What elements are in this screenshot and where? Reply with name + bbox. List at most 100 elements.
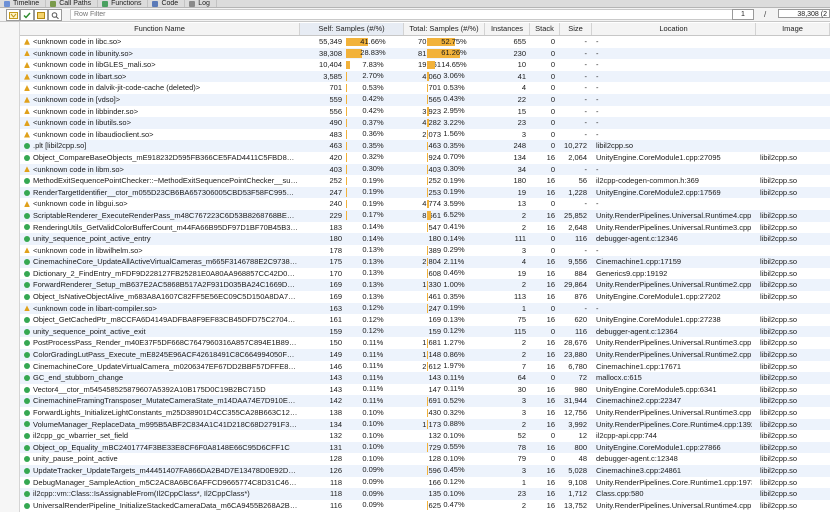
table-row[interactable]: <unknown code in [vdso]> 559 0.42% 565 0.43%… — [20, 93, 830, 106]
size: 116 — [575, 234, 587, 244]
table-row[interactable]: RenderTargetIdentifier__ctor_m055D23CB6B… — [20, 186, 830, 199]
self-samples: 556 — [329, 106, 342, 116]
total-percent-label: 0.35% — [443, 291, 465, 301]
table-row[interactable]: GC_end_stubborn_change 143 0.11% 143 0.11% 64… — [20, 372, 830, 384]
table-row[interactable]: <unknown code in libwilhelm.so> 178 0.13% 3… — [20, 244, 830, 257]
tab-timeline[interactable]: Timeline — [0, 0, 47, 7]
table-row[interactable]: <unknown code in libart-compiler.so> 163 0… — [20, 302, 830, 315]
table-row[interactable]: <unknown code in libGLES_mali.so> 10,404 7… — [20, 59, 830, 71]
self-percent: 0.13% — [346, 291, 402, 303]
function-name-cell: unity_sequence_point_active_exit — [20, 326, 298, 338]
column-header-instances[interactable]: Instances — [485, 23, 530, 35]
location: Unity.RenderPipelines.Core.Runtime4.cpp:… — [596, 419, 752, 429]
row-filter-input[interactable] — [70, 9, 733, 20]
function-icon — [24, 351, 30, 358]
column-header-self-samples[interactable]: Self: Samples (#/%) — [300, 23, 404, 35]
table-row[interactable]: Vector4__ctor_m545458525879607A5392A10B1… — [20, 383, 830, 396]
image: libil2cpp.so — [760, 292, 798, 302]
location: - — [596, 129, 599, 139]
image: libil2cpp.so — [760, 234, 798, 244]
table-row[interactable]: <unknown code in libc.so>55,34941.66%70,… — [20, 36, 830, 48]
table-row[interactable]: DebugManager_SampleAction_m5C2AC8A6BC6AF… — [20, 476, 830, 489]
tab-log[interactable]: Log — [185, 0, 217, 7]
table-row[interactable]: unity_sequence_point_active_exit 159 0.12%… — [20, 325, 830, 338]
total-percent: 0.10% — [427, 488, 483, 500]
size: - — [584, 199, 588, 209]
page-number-field[interactable]: 1 — [732, 9, 754, 20]
table-row[interactable]: ForwardRenderer_Setup_mB637E2AC5868B517A… — [20, 279, 830, 292]
location: - — [596, 199, 599, 209]
table-row[interactable]: CinemachineFramingTransposer_MutateCamer… — [20, 395, 830, 407]
instances: 78 — [517, 442, 526, 452]
self-percent: 0.30% — [346, 164, 402, 176]
image: libil2cpp.so — [760, 454, 798, 464]
table-row[interactable]: <unknown code in libart.so> 3,585 2.70% 4,0… — [20, 70, 830, 83]
table-row[interactable]: unity_sequence_point_active_entry 180 0.14… — [20, 233, 830, 245]
table-row[interactable]: CinemachineCore_UpdateAllActiveVirtualCa… — [20, 256, 830, 268]
function-name-cell: ScriptableRenderer_ExecuteRenderPass_m48… — [20, 210, 298, 222]
function-name-cell: <unknown code in libm.so> — [20, 164, 298, 176]
table-row[interactable]: CinemachineCore_UpdateVirtualCamera_m020… — [20, 360, 830, 373]
function-name-cell: Object_CompareBaseObjects_mE918232D595FB… — [20, 152, 298, 164]
table-row[interactable]: il2cpp_gc_wbarrier_set_field 132 0.10% 132 0… — [20, 430, 830, 442]
table-row[interactable]: <unknown code in libaudioclient.so> 483 0.… — [20, 128, 830, 141]
tab-code[interactable]: Code — [148, 0, 186, 7]
function-name-cell: <unknown code in libunity.so> — [20, 48, 298, 60]
column-header-function-name[interactable]: Function Name — [20, 23, 300, 35]
table-row[interactable]: Object_CompareBaseObjects_mE918232D595FB… — [20, 151, 830, 164]
table-row[interactable]: <unknown code in dalvik-jit-code-cache (… — [20, 82, 830, 94]
instances: 3 — [521, 396, 526, 406]
table-row[interactable]: <unknown code in libutils.so> 490 0.37% 4,2… — [20, 117, 830, 129]
function-name-cell: <unknown code in libgui.so> — [20, 198, 298, 210]
self-percent: 28.83% — [346, 48, 402, 60]
self-percent: 0.14% — [346, 233, 402, 245]
table-row[interactable]: unity_pause_point_active 128 0.10% 128 0.10%… — [20, 453, 830, 465]
function-name-cell: CinemachineCore_UpdateAllActiveVirtualCa… — [20, 256, 298, 268]
self-percent-label: 41.66% — [360, 36, 386, 46]
table-row[interactable]: il2cpp::vm::Class::IsAssignableFrom(Il2C… — [20, 488, 830, 500]
checkbox-checked-icon[interactable] — [20, 9, 34, 21]
self-samples: 138 — [329, 408, 342, 417]
table-row[interactable]: <unknown code in libm.so> 403 0.30% 403 0.30… — [20, 163, 830, 176]
tab-functions[interactable]: Functions — [98, 0, 149, 7]
table-row[interactable]: Object_IsNativeObjectAlive_m683A8A1607C8… — [20, 291, 830, 303]
table-row[interactable]: ScriptableRenderer_ExecuteRenderPass_m48… — [20, 209, 830, 222]
column-header-size[interactable]: Size — [560, 23, 592, 35]
grid-view-icon[interactable] — [34, 9, 48, 21]
table-row[interactable]: <unknown code in libgui.so> 240 0.19% 4,774… — [20, 198, 830, 210]
table-row[interactable]: .plt [libil2cpp.so] 463 0.35% 463 0.35% 248 0 1… — [20, 140, 830, 152]
table-row[interactable]: PostProcessPass_Render_m40E37F5DF668C764… — [20, 337, 830, 350]
self-percent: 0.19% — [346, 198, 402, 210]
size: - — [584, 71, 588, 81]
column-header-image[interactable]: Image — [756, 23, 830, 35]
table-row[interactable]: Object_GetCachedPtr_m8CCFA6D4149ADFBA8F9… — [20, 314, 830, 326]
table-row[interactable]: UniversalRenderPipeline_InitializeStacke… — [20, 499, 830, 512]
instances: 115 — [514, 326, 526, 336]
self-percent-label: 0.17% — [362, 210, 384, 220]
location: Unity.RenderPipelines.Universal.Runtime2… — [596, 350, 752, 360]
column-header-location[interactable]: Location — [592, 23, 756, 35]
zoom-icon[interactable] — [48, 9, 62, 21]
table-row[interactable]: VolumeManager_ReplaceData_m995B5ABF2C834… — [20, 418, 830, 431]
self-samples: 178 — [329, 245, 342, 255]
table-row[interactable]: RenderingUtils_GetValidColorBufferCount_… — [20, 221, 830, 234]
table-row[interactable]: ColorGradingLutPass_Execute_mE8245E96ACF… — [20, 349, 830, 361]
tab-call-paths[interactable]: Call Paths — [46, 0, 99, 7]
table-row[interactable]: <unknown code in libbinder.so> 556 0.42% 3,… — [20, 105, 830, 118]
self-samples: 159 — [329, 326, 342, 336]
table-row[interactable]: Dictionary_2_FindEntry_mFDF9D228127FB252… — [20, 267, 830, 280]
table-row[interactable]: ForwardLights_InitializeLightConstants_m… — [20, 407, 830, 419]
table-row[interactable]: <unknown code in libunity.so> 38,308 28.83… — [20, 47, 830, 60]
stack: 16 — [546, 280, 555, 290]
column-header-stack[interactable]: Stack — [530, 23, 560, 35]
size: 1,712 — [568, 489, 587, 499]
location: - — [596, 94, 599, 104]
size: - — [584, 48, 588, 58]
expand-icon[interactable] — [6, 9, 20, 21]
table-row[interactable]: Object_op_Equality_mBC2401774F3BE33E8CF6… — [20, 441, 830, 454]
table-row[interactable]: UpdateTracker_UpdateTargets_m44451407FA8… — [20, 464, 830, 477]
stack: 16 — [546, 477, 555, 487]
self-percent: 0.10% — [346, 453, 402, 465]
column-header-total-samples[interactable]: Total: Samples (#/%) — [404, 23, 485, 35]
table-row[interactable]: MethodExitSequencePointChecker::~MethodE… — [20, 175, 830, 187]
